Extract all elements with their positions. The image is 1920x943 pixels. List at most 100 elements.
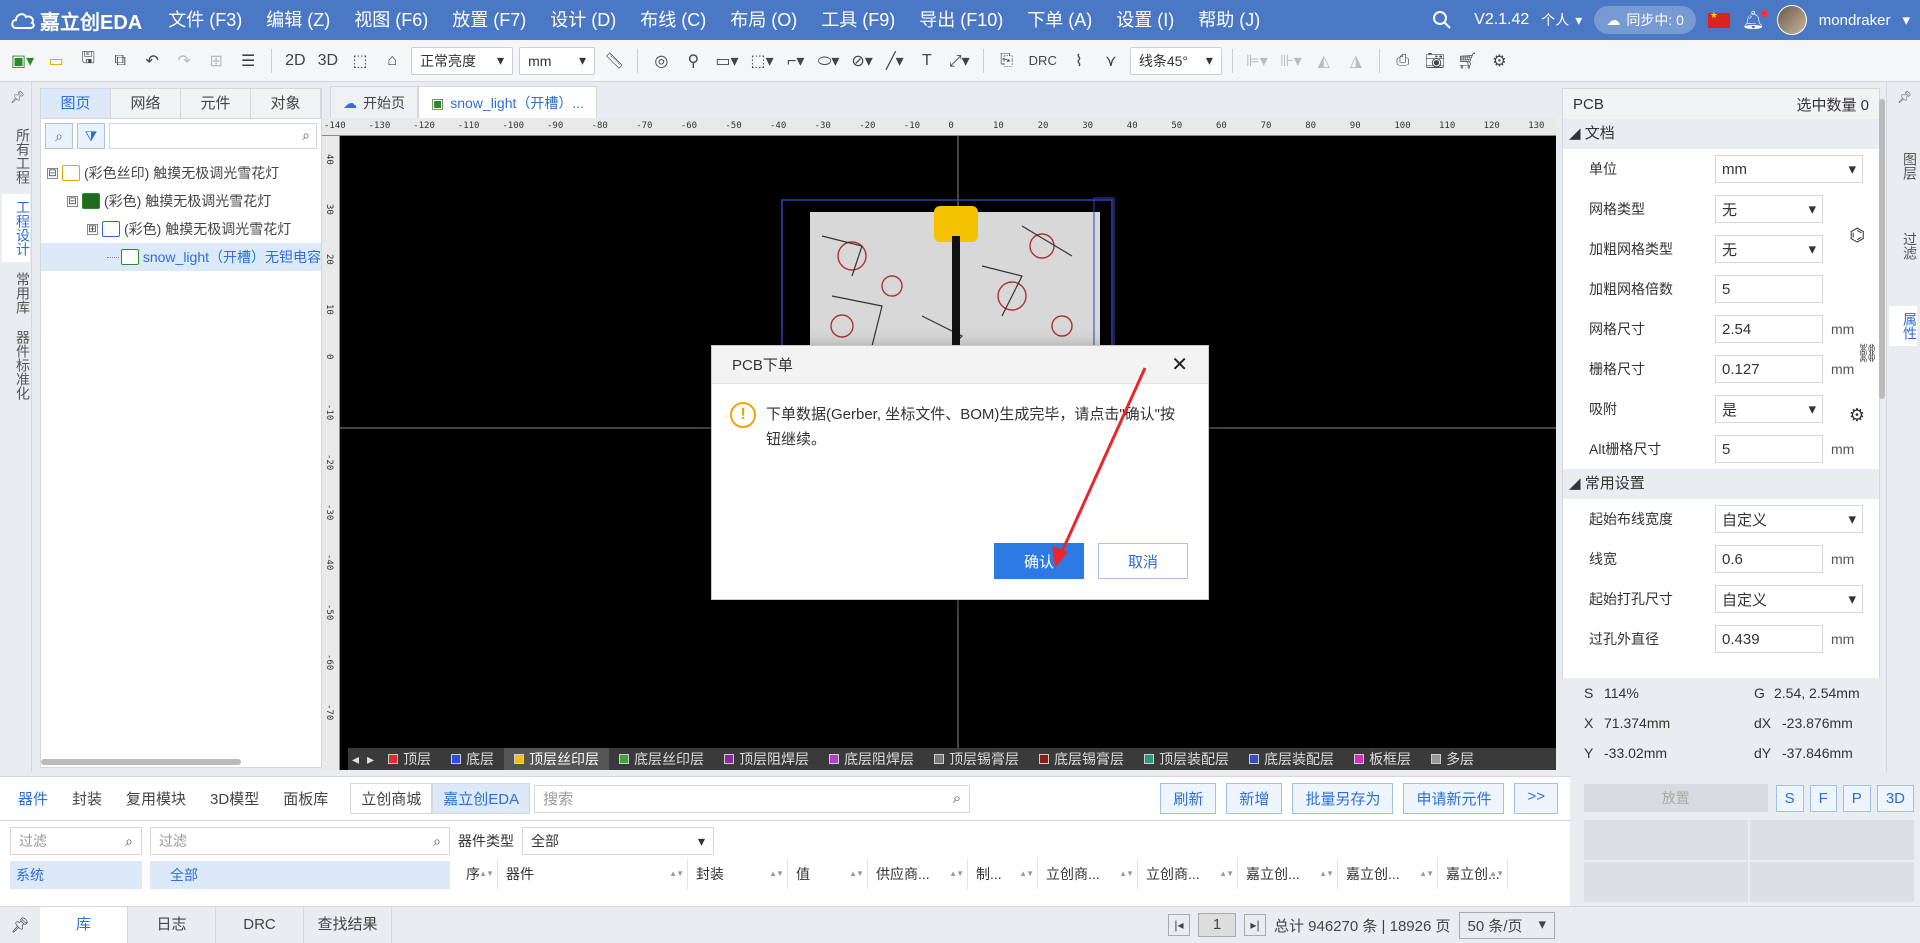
pin-icon[interactable]: 📌︎ <box>0 916 40 934</box>
library-tab[interactable]: 器件 <box>8 784 58 813</box>
save-all-icon[interactable]: ⧉ <box>107 47 133 75</box>
route-icon[interactable]: ⌇ <box>1066 47 1092 75</box>
username[interactable]: mondraker <box>1819 12 1891 29</box>
bottom-tab[interactable]: DRC <box>216 906 304 943</box>
property-select[interactable]: 自定义 ▾ <box>1715 585 1863 613</box>
scroll-left-icon[interactable]: ◂ <box>348 751 363 768</box>
ruler-icon[interactable]: 📏︎ <box>601 47 627 75</box>
expand-toggle-icon[interactable]: ⊟ <box>47 167 58 179</box>
tree-item-all[interactable]: 全部 <box>150 861 450 889</box>
bottom-tab[interactable]: 日志 <box>128 906 216 943</box>
vtab-item[interactable]: 器件标准化 <box>2 324 31 406</box>
layer-item[interactable]: 底层 <box>441 748 504 770</box>
table-column-header[interactable]: 值 <box>788 859 868 889</box>
vtab-item[interactable]: 所有工程 <box>2 122 31 190</box>
tab-0[interactable]: 图页 <box>41 89 111 118</box>
save-icon[interactable]: 🖫︎ <box>75 47 101 75</box>
property-select[interactable]: 无 ▾ <box>1715 235 1823 263</box>
tree-item[interactable]: snow_light（开槽）无钽电容 <box>41 243 321 271</box>
view-mode-button[interactable]: S <box>1775 784 1804 812</box>
language-flag-icon[interactable] <box>1707 10 1730 28</box>
tab-start-page[interactable]: ☁ 开始页 <box>330 86 418 118</box>
property-select[interactable]: 自定义 ▾ <box>1715 505 1863 533</box>
view-2d-button[interactable]: 2D <box>282 47 308 75</box>
no-icon[interactable]: ⊘▾ <box>848 47 875 75</box>
open-folder-icon[interactable]: ▭ <box>43 47 69 75</box>
menu-item[interactable]: 设计 (D) <box>538 0 628 40</box>
section-common-settings[interactable]: ◢ 常用设置 <box>1563 469 1879 499</box>
distribute-icon[interactable]: ⊪▾ <box>1277 47 1305 75</box>
dimension-icon[interactable]: ⤢▾ <box>946 47 973 75</box>
polygon-icon[interactable]: ⌐▾ <box>783 47 809 75</box>
brightness-icon[interactable]: ⌂ <box>379 47 405 75</box>
place-button[interactable]: 放置 <box>1584 784 1768 812</box>
menu-item[interactable]: 布局 (O) <box>718 0 809 40</box>
order-icon[interactable]: 🛒︎ <box>1454 47 1480 75</box>
tab-pcb-document[interactable]: ▣ snow_light（开槽）... <box>418 86 598 118</box>
table-column-header[interactable]: 封装 <box>688 859 788 889</box>
property-select[interactable]: mm ▾ <box>1715 155 1863 183</box>
vtab-item[interactable]: 过滤 <box>1889 226 1918 266</box>
bell-icon[interactable]: 🔔︎ <box>1742 9 1768 31</box>
library-action-button[interactable]: 新增 <box>1226 783 1283 814</box>
property-input[interactable]: 5 <box>1715 435 1823 463</box>
route-diff-icon[interactable]: ⋎ <box>1098 47 1124 75</box>
tab-1[interactable]: 网络 <box>111 89 181 118</box>
search-icon[interactable] <box>1432 10 1452 30</box>
grid-icon[interactable]: ⊞ <box>203 47 229 75</box>
layer-item[interactable]: 底层装配层 <box>1239 748 1344 770</box>
avatar[interactable] <box>1776 5 1807 35</box>
property-input[interactable]: 5 <box>1715 275 1823 303</box>
sync-status[interactable]: ☁ 同步中: 0 <box>1594 6 1696 34</box>
chevron-down-icon[interactable]: ▾ <box>1902 11 1910 29</box>
undo-icon[interactable]: ↶ <box>139 47 165 75</box>
layer-item[interactable]: 顶层装配层 <box>1134 748 1239 770</box>
vtab-item[interactable]: 属性 <box>1889 306 1918 346</box>
property-select[interactable]: 是 ▾ <box>1715 395 1823 423</box>
menu-item[interactable]: 放置 (F7) <box>440 0 538 40</box>
property-input[interactable]: 0.127 <box>1715 355 1823 383</box>
layer-item[interactable]: 底层丝印层 <box>609 748 714 770</box>
vertical-scrollbar[interactable] <box>1879 99 1885 399</box>
vtab-item[interactable]: 常用库 <box>2 266 31 320</box>
confirm-button[interactable]: 确认 <box>994 543 1084 579</box>
export-icon[interactable]: ⎙ <box>1390 47 1416 75</box>
link-icon[interactable]: ⛓︎ <box>1856 343 1879 364</box>
view-3d-button[interactable]: 3D <box>315 47 341 75</box>
menu-item[interactable]: 编辑 (Z) <box>254 0 342 40</box>
tree-item[interactable]: ⊟ (彩色) 触摸无极调光雪花灯 <box>41 187 321 215</box>
source-tab[interactable]: 嘉立创EDA <box>432 783 531 814</box>
mirror-icon[interactable]: ◮ <box>1343 47 1369 75</box>
expand-toggle-icon[interactable]: ⊞ <box>87 223 98 235</box>
drc-button[interactable]: DRC <box>1026 47 1060 75</box>
table-column-header[interactable]: 制... <box>968 859 1038 889</box>
camera-icon[interactable]: 📷︎ <box>1422 47 1448 75</box>
table-column-header[interactable]: 立创商... <box>1138 859 1238 889</box>
vtab-item[interactable]: 图层 <box>1889 146 1918 186</box>
redo-icon[interactable]: ↷ <box>171 47 197 75</box>
library-tab[interactable]: 复用模块 <box>116 784 196 813</box>
table-column-header[interactable]: 序 <box>458 859 498 889</box>
layer-item[interactable]: 顶层丝印层 <box>504 748 610 770</box>
bottom-tab[interactable]: 查找结果 <box>304 906 392 943</box>
route-angle-select[interactable]: 线条45° ▾ <box>1129 46 1222 75</box>
pin-icon[interactable]: 📌︎ <box>10 90 25 104</box>
table-column-header[interactable]: 器件 <box>498 859 688 889</box>
library-tab[interactable]: 面板库 <box>273 784 338 813</box>
view-mode-button[interactable]: F <box>1809 784 1837 812</box>
tab-3[interactable]: 对象 <box>251 89 321 118</box>
layer-item[interactable]: 顶层 <box>378 748 441 770</box>
property-input[interactable]: 2.54 <box>1715 315 1823 343</box>
target-icon[interactable]: ◎ <box>648 47 674 75</box>
layer-item[interactable]: 多层 <box>1421 748 1484 770</box>
workspace-select[interactable]: 个人 ▾ <box>1541 10 1582 30</box>
table-column-header[interactable]: 立创商... <box>1038 859 1138 889</box>
expand-toggle-icon[interactable]: ⊟ <box>67 195 78 207</box>
category-filter-input[interactable]: 过滤 ⌕ <box>10 827 142 855</box>
ellipse-icon[interactable]: ⬭▾ <box>815 47 843 75</box>
device-filter-input[interactable]: 过滤 ⌕ <box>150 827 450 855</box>
section-document[interactable]: ◢ 文档 <box>1563 119 1879 149</box>
horizontal-scrollbar[interactable] <box>41 759 241 765</box>
tab-2[interactable]: 元件 <box>181 89 251 118</box>
close-icon[interactable]: ✕ <box>1171 352 1188 377</box>
